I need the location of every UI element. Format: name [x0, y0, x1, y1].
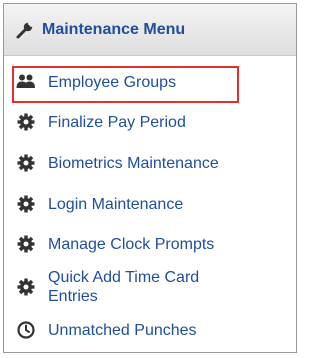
maintenance-menu-panel: Maintenance Menu Employee Groups Finaliz…	[3, 3, 297, 353]
menu-item-label: Finalize Pay Period	[48, 113, 186, 131]
gear-icon	[16, 194, 36, 214]
menu-item-login-maintenance[interactable]: Login Maintenance	[16, 194, 183, 214]
menu-item-unmatched-punches[interactable]: Unmatched Punches	[16, 320, 197, 340]
gear-icon	[16, 277, 36, 297]
menu-item-label-line: Entries	[48, 288, 98, 305]
clock-icon	[16, 320, 36, 340]
menu-item-employee-groups[interactable]: Employee Groups	[16, 72, 176, 92]
menu-item-label: Employee Groups	[48, 73, 177, 91]
menu-item-label: Unmatched Punches	[48, 321, 197, 339]
menu-item-label-line: Quick Add Time Card	[48, 269, 200, 286]
menu-item-biometrics-maintenance[interactable]: Biometrics Maintenance	[16, 153, 219, 173]
menu-item-label: Quick Add Time Card Entries	[48, 268, 199, 306]
wrench-icon	[14, 19, 36, 41]
menu-item-label: Login Maintenance	[48, 195, 184, 213]
gear-icon	[16, 234, 36, 254]
gear-icon	[16, 112, 36, 132]
menu-item-finalize-pay-period[interactable]: Finalize Pay Period	[16, 112, 186, 132]
menu-item-manage-clock-prompts[interactable]: Manage Clock Prompts	[16, 234, 214, 254]
menu-item-label: Manage Clock Prompts	[48, 235, 215, 253]
menu-item-label: Biometrics Maintenance	[48, 154, 219, 172]
menu-title: Maintenance Menu	[42, 20, 186, 38]
menu-item-quick-add-time-card-entries[interactable]: Quick Add Time Card Entries	[16, 268, 199, 306]
menu-header: Maintenance Menu	[4, 4, 296, 56]
gear-icon	[16, 153, 36, 173]
users-icon	[16, 72, 36, 92]
